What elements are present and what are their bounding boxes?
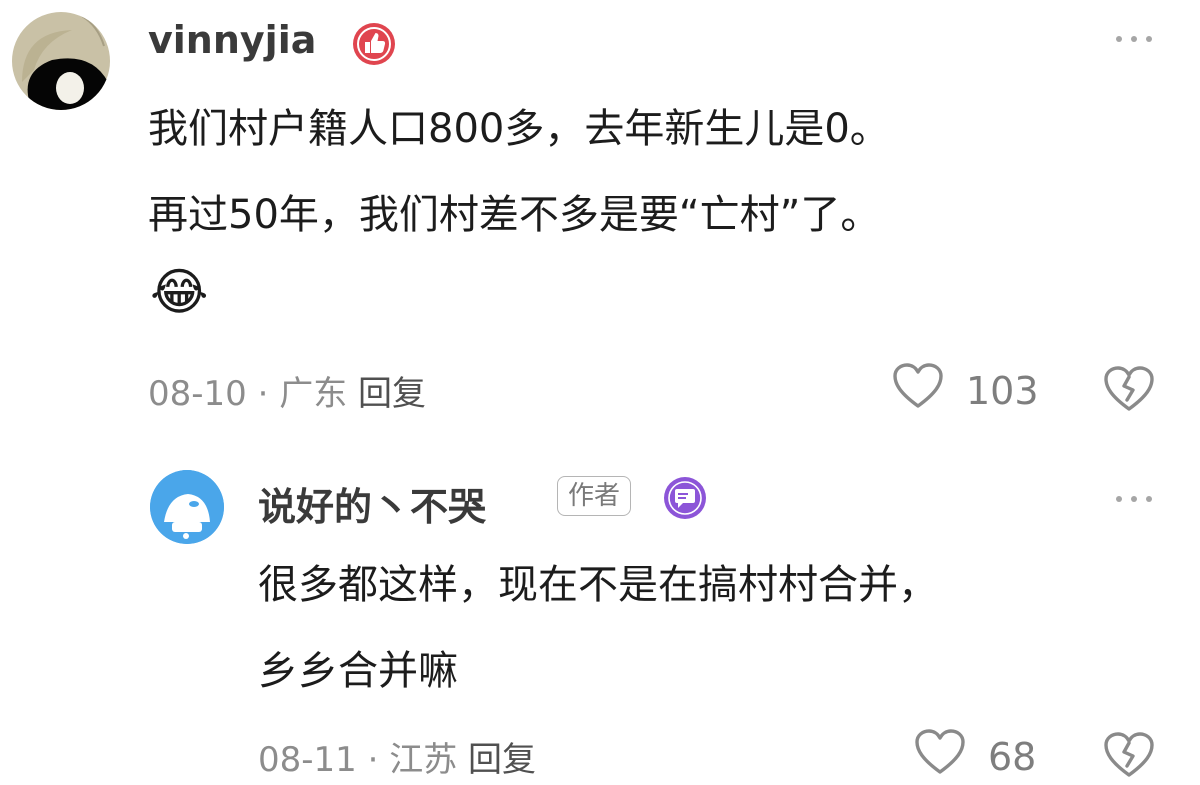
comment-date: 08-10 [148, 374, 247, 414]
username[interactable]: vinnyjia [148, 18, 316, 62]
laughing-emoji: 😂 [150, 263, 209, 321]
avatar[interactable] [150, 470, 224, 544]
comment-date: 08-11 [258, 740, 357, 780]
meta-separator: · [367, 740, 379, 780]
comment-reply: 说好的丶不哭 作者 很多都这样，现在不是在搞村村合并， 乡乡合并嘛 08-11 … [0, 450, 1200, 780]
username[interactable]: 说好的丶不哭 [258, 476, 486, 531]
comment-text-line: 再过50年，我们村差不多是要“亡村”了。 [148, 192, 881, 238]
avatar[interactable] [12, 12, 110, 110]
meta-separator: · [257, 374, 269, 414]
reply-button[interactable]: 回复 [358, 374, 426, 414]
thumbs-up-badge-icon [350, 20, 398, 72]
heart-icon [892, 362, 944, 419]
broken-heart-icon[interactable] [1102, 364, 1156, 416]
comment-meta: 08-11 · 江苏 回复 [258, 732, 536, 781]
like-count: 68 [988, 734, 1037, 779]
comment-location: 江苏 [389, 740, 458, 780]
more-options-button[interactable] [1116, 494, 1152, 504]
more-options-button[interactable] [1116, 34, 1152, 44]
like-button[interactable]: 103 [892, 362, 1039, 419]
comment-meta: 08-10 · 广东 回复 [148, 366, 426, 415]
comment-text-line: 我们村户籍人口800多，去年新生儿是0。 [148, 106, 890, 152]
message-badge-icon [662, 475, 708, 525]
comment: vinnyjia 我们村户籍人口800多，去年新生儿是0。 再过50年，我们村差… [0, 0, 1200, 440]
comment-location: 广东 [279, 374, 348, 414]
comment-text-line: 乡乡合并嘛 [258, 648, 458, 694]
comment-text-line: 很多都这样，现在不是在搞村村合并， [258, 562, 938, 608]
author-tag: 作者 [557, 476, 632, 516]
reply-button[interactable]: 回复 [468, 740, 536, 780]
heart-icon [914, 728, 966, 785]
like-button[interactable]: 68 [914, 728, 1036, 785]
broken-heart-icon[interactable] [1102, 730, 1156, 782]
like-count: 103 [966, 368, 1039, 413]
